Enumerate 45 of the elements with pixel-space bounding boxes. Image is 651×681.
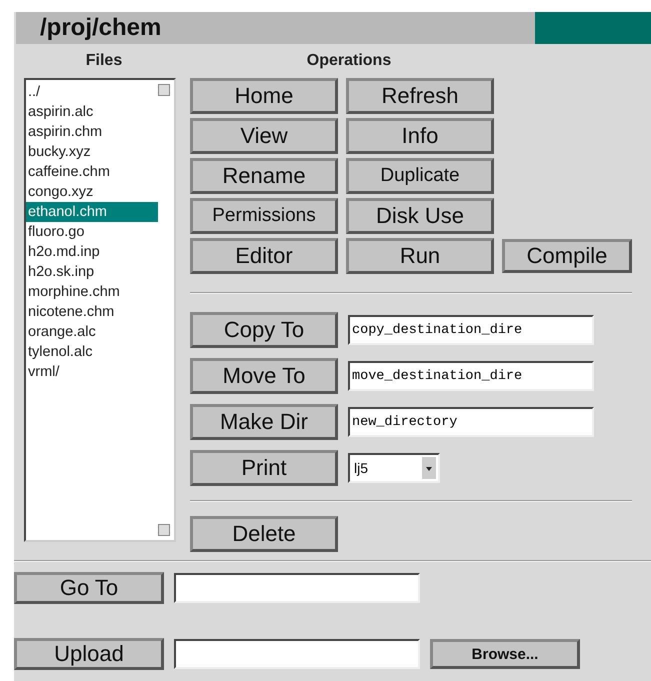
operation-button[interactable]: Editor [190,238,338,274]
operation-button[interactable]: Rename [190,158,338,194]
file-list[interactable]: ../ aspirin.alc aspirin.chm bucky.xyz caffeine.chm congo.xyz ethanol.chm fluoro.go h2o.md.inp h2o.sk.inp morphine.chm nicotene.chm orange.alc tylenol.alc vrml/ [24,78,176,542]
operation-button[interactable]: Refresh [346,78,494,114]
destination-field[interactable]: copy_destination_dire [348,315,594,345]
operation-button[interactable]: Permissions [190,198,338,234]
upload-button[interactable]: Upload [14,638,164,670]
operation-button[interactable]: Disk Use [346,198,494,234]
file-item[interactable]: caffeine.chm [26,162,158,182]
directory-title: /proj/chem [16,12,535,44]
file-item[interactable]: bucky.xyz [26,142,158,162]
file-item[interactable]: congo.xyz [26,182,158,202]
operation-button[interactable]: Info [346,118,494,154]
file-item[interactable]: aspirin.alc [26,102,158,122]
printer-select[interactable]: lj5 [348,453,440,483]
operation-button[interactable]: Move To [190,358,338,394]
file-item[interactable]: ethanol.chm [26,202,158,222]
operation-button[interactable]: Print [190,450,338,486]
file-item[interactable]: nicotene.chm [26,302,158,322]
go-to-button[interactable]: Go To [14,572,164,604]
delete-button[interactable]: Delete [190,516,338,552]
file-item[interactable]: h2o.md.inp [26,242,158,262]
file-item[interactable]: orange.alc [26,322,158,342]
file-item[interactable]: h2o.sk.inp [26,262,158,282]
operation-button[interactable]: Duplicate [346,158,494,194]
file-item[interactable]: fluoro.go [26,222,158,242]
operation-button[interactable]: Compile [502,239,632,273]
operations-heading: Operations [306,52,392,69]
file-item[interactable]: ../ [26,82,158,102]
operation-button[interactable]: Make Dir [190,404,338,440]
destination-field[interactable]: move_destination_dire [348,361,594,391]
browse-button[interactable]: Browse... [430,639,580,669]
destination-field[interactable]: new_directory [348,407,594,437]
operation-button[interactable]: Copy To [190,312,338,348]
operation-button[interactable]: Run [346,238,494,274]
files-heading: Files [86,52,122,69]
file-item[interactable]: vrml/ [26,362,158,382]
file-item[interactable]: tylenol.alc [26,342,158,362]
go-to-field[interactable] [174,573,420,603]
dropdown-caret-icon [422,457,436,479]
operation-button[interactable]: View [190,118,338,154]
operation-button[interactable]: Home [190,78,338,114]
file-item[interactable]: morphine.chm [26,282,158,302]
upload-field[interactable] [174,639,420,669]
file-item[interactable]: aspirin.chm [26,122,158,142]
